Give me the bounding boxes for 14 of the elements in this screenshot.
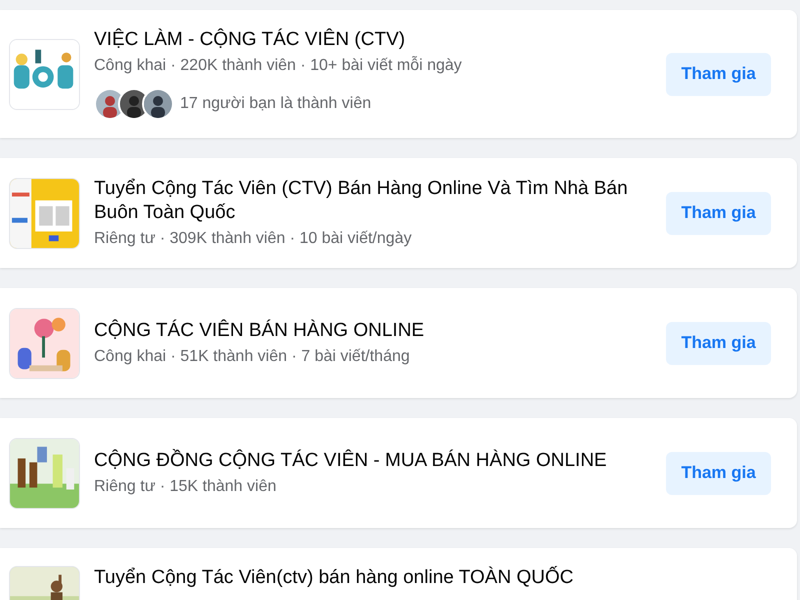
group-info: Công khai · 51K thành viên · 7 bài viết/tháng: [94, 347, 411, 367]
join-button[interactable]: Tham gia: [666, 52, 771, 96]
friends-count: 17 người bạn là thành viên: [180, 94, 372, 114]
group-title[interactable]: Tuyển Cộng Tác Viên (CTV) Bán Hàng Online Và Tìm Nhà Bán Buôn Toàn Quốc: [94, 177, 652, 225]
group-info: Công khai · 220K thành viên · 10+ bài viết mỗi ngày: [94, 56, 463, 76]
join-button[interactable]: Tham gia: [666, 322, 771, 364]
group-title[interactable]: VIỆC LÀM - CỘNG TÁC VIÊN (CTV): [94, 28, 652, 52]
group-info: Riêng tư · 15K thành viên: [94, 477, 278, 497]
group-info: Riêng tư · 309K thành viên · 10 bài viết/ngày: [94, 229, 413, 249]
join-button[interactable]: Tham gia: [666, 192, 771, 234]
group-title[interactable]: Tuyển Cộng Tác Viên(ctv) bán hàng online TOÀN QUỐC: [94, 566, 664, 590]
join-button[interactable]: Tham gia: [666, 452, 771, 494]
group-title[interactable]: CỘNG ĐỒNG CỘNG TÁC VIÊN - MUA BÁN HÀNG ONLINE: [94, 449, 652, 473]
group-title[interactable]: CỘNG TÁC VIÊN BÁN HÀNG ONLINE: [94, 319, 652, 343]
